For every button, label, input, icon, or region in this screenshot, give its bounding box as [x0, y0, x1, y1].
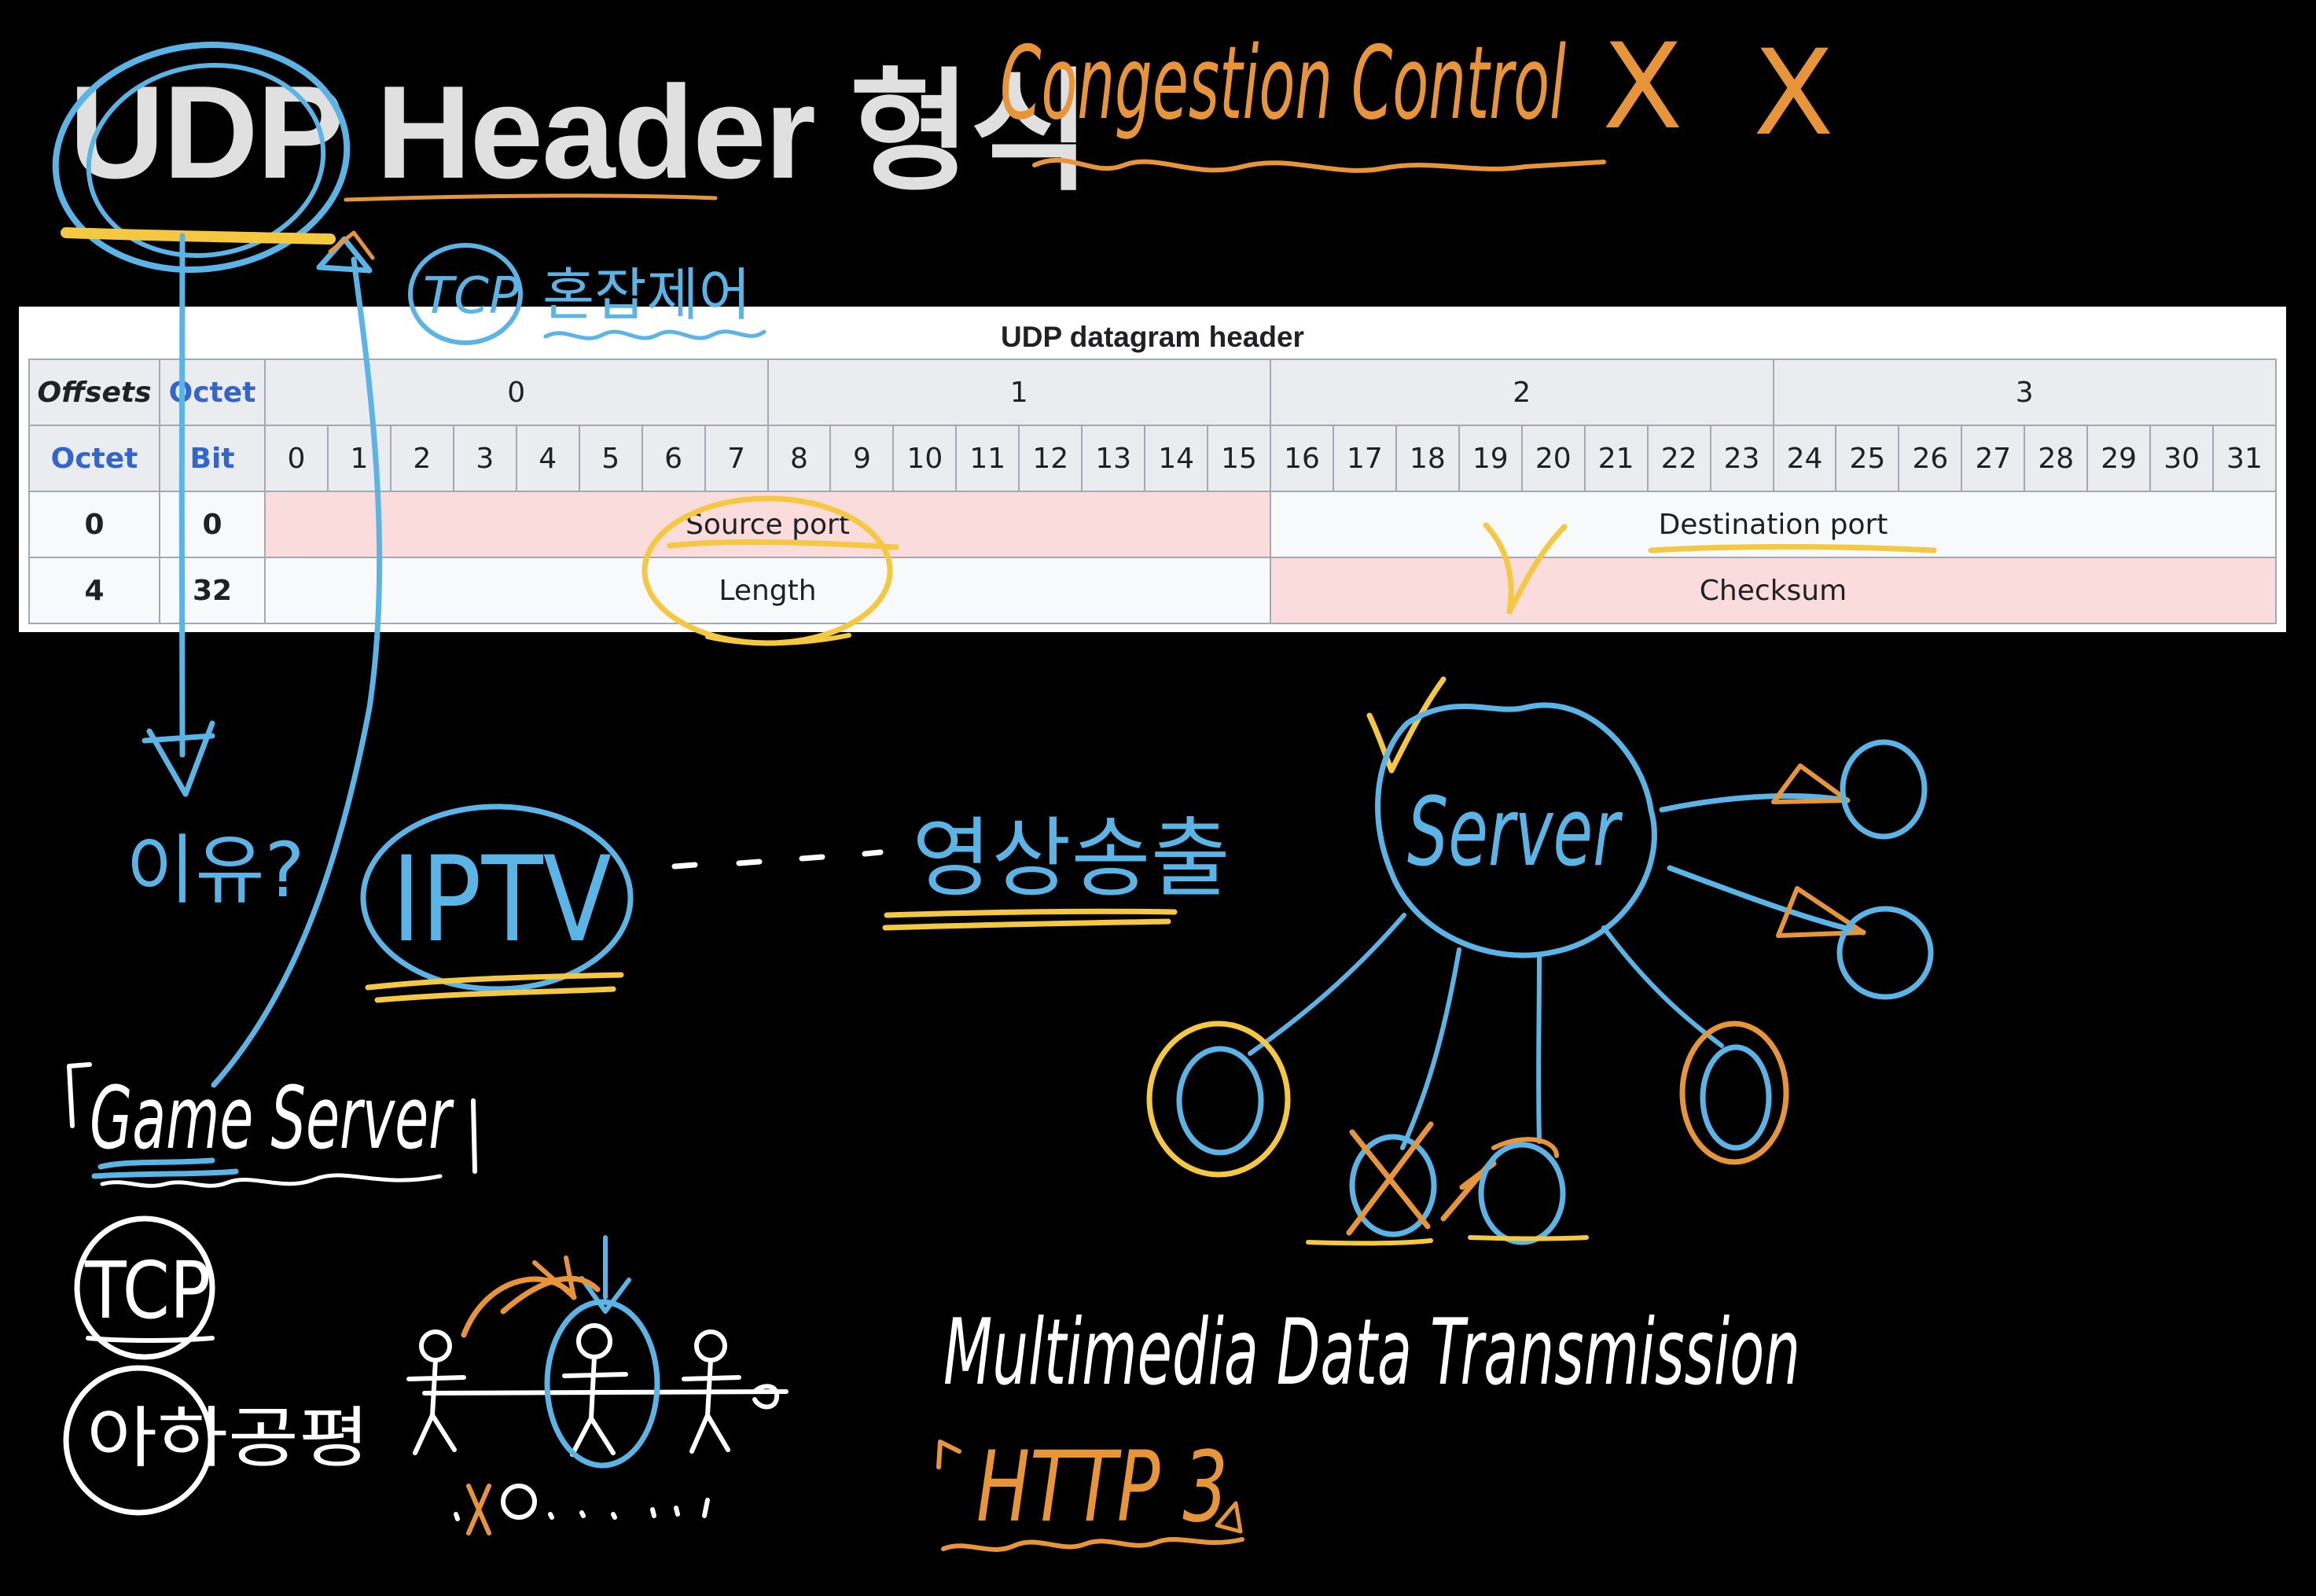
client-underline: [1306, 1235, 1589, 1246]
iptv-text: IPTV: [392, 832, 612, 969]
fairness-text: 아하공평: [86, 1399, 369, 1476]
http3-bracket: [936, 1440, 961, 1469]
why-arrow-head: [142, 720, 215, 797]
server-link-4: [1601, 925, 1724, 1048]
tcp-bottom-underline: [86, 1336, 215, 1343]
server-link-2: [1400, 947, 1461, 1150]
game-bracket-right: [471, 1098, 477, 1174]
client-right-1: [1840, 739, 1928, 840]
streaming-underline: [882, 908, 1178, 931]
http3-text: HTTP 3: [976, 1431, 1228, 1544]
client-blocked-x: [1346, 1121, 1497, 1236]
header-underline: [344, 193, 718, 202]
why-text: 이유?: [126, 826, 305, 914]
checksum-check-mark: [1483, 522, 1568, 615]
tcp-bottom-text: TCP: [84, 1245, 211, 1337]
length-circle: [641, 495, 893, 646]
game-bracket-left: [67, 1062, 92, 1128]
udp-underline: [61, 227, 336, 245]
handwritten-annotations: TCP 혼잡제어 Congestion Control X X 이유? IPTV…: [52, 19, 1937, 1552]
tcp-korean-squiggle: [543, 329, 766, 340]
tcp-note-text: TCP: [423, 267, 520, 325]
server-link-1: [1248, 913, 1406, 1056]
client-right-2: [1836, 906, 1934, 1000]
source-port-underline: [667, 539, 899, 550]
iptv-dashes: [671, 849, 884, 870]
server-arrow-right-2: [1667, 865, 1866, 936]
figure-arc: [461, 1275, 601, 1338]
client-blocked-2: [1478, 1142, 1566, 1245]
congestion-squiggle: [1032, 157, 1606, 173]
dest-port-underline: [1648, 544, 1937, 553]
tcp-korean-text: 혼잡제어: [542, 262, 751, 328]
figure-small-head: [501, 1484, 537, 1520]
server-link-3: [1536, 952, 1542, 1144]
client-yellow-inner: [1176, 1046, 1264, 1156]
client-orange-inner: [1700, 1044, 1772, 1151]
game-server-text: Game Server: [90, 1068, 454, 1168]
server-text: Server: [1407, 778, 1623, 888]
figure-dots: [454, 1498, 710, 1521]
stick-figures: [406, 1323, 789, 1457]
congestion-text: Congestion Control: [1000, 25, 1566, 142]
game-link-curve: [211, 256, 383, 1088]
cross-mark-1: X: [1602, 19, 1683, 156]
streaming-text: 영상송출: [912, 808, 1230, 909]
cross-mark-2: X: [1753, 25, 1834, 162]
multimedia-text: Multimedia Data Transmission: [943, 1300, 1800, 1406]
figure-small-x: [466, 1484, 491, 1535]
